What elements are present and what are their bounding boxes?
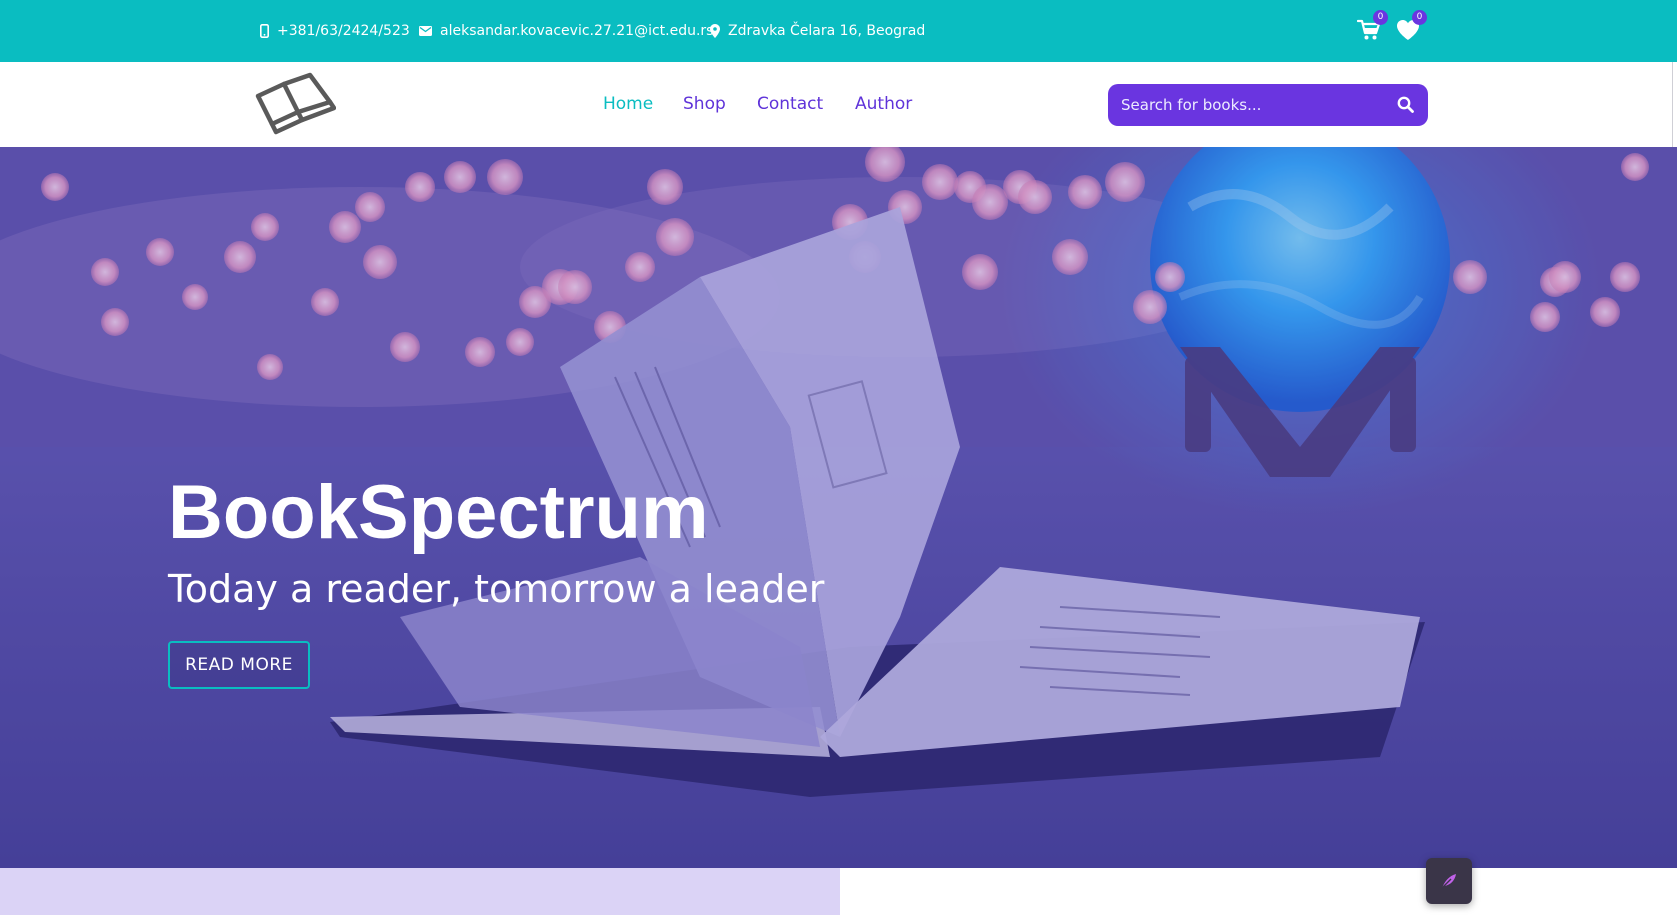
nav-link-home[interactable]: Home (603, 62, 653, 147)
location-pin-icon (710, 24, 720, 38)
nav-link-author[interactable]: Author (855, 62, 912, 147)
phone-contact[interactable]: +381/63/2424/523 (260, 0, 410, 62)
lower-section-left-panel (0, 868, 840, 915)
hero-title: BookSpectrum (168, 470, 709, 555)
read-more-button[interactable]: READ MORE (168, 641, 310, 689)
email-contact[interactable]: aleksandar.kovacevic.27.21@ict.edu.rs (419, 0, 713, 62)
address-contact[interactable]: Zdravka Čelara 16, Beograd (710, 0, 925, 62)
top-contact-bar: +381/63/2424/523 aleksandar.kovacevic.27… (0, 0, 1677, 62)
email-address: aleksandar.kovacevic.27.21@ict.edu.rs (440, 23, 714, 39)
main-navbar: Home Shop Contact Author (0, 62, 1677, 147)
floating-action-button[interactable] (1426, 858, 1472, 904)
cart-count-badge: 0 (1373, 10, 1388, 25)
wishlist-button[interactable]: 0 (1396, 10, 1427, 43)
hero-banner: BookSpectrum Today a reader, tomorrow a … (0, 147, 1677, 868)
navbar-edge-divider (1672, 62, 1673, 147)
nav-link-contact[interactable]: Contact (757, 62, 823, 147)
search-icon[interactable] (1396, 95, 1416, 115)
mail-icon (419, 26, 432, 36)
search-box (1108, 84, 1428, 126)
search-input[interactable] (1108, 84, 1378, 126)
wishlist-count-badge: 0 (1412, 10, 1427, 25)
address-text: Zdravka Čelara 16, Beograd (728, 23, 926, 39)
hero-subtitle: Today a reader, tomorrow a leader (168, 567, 825, 611)
phone-number: +381/63/2424/523 (277, 23, 410, 39)
cart-button[interactable]: 0 (1357, 10, 1388, 43)
phone-icon (260, 24, 269, 38)
lower-section-right-panel (840, 868, 1677, 915)
nav-link-shop[interactable]: Shop (683, 62, 726, 147)
